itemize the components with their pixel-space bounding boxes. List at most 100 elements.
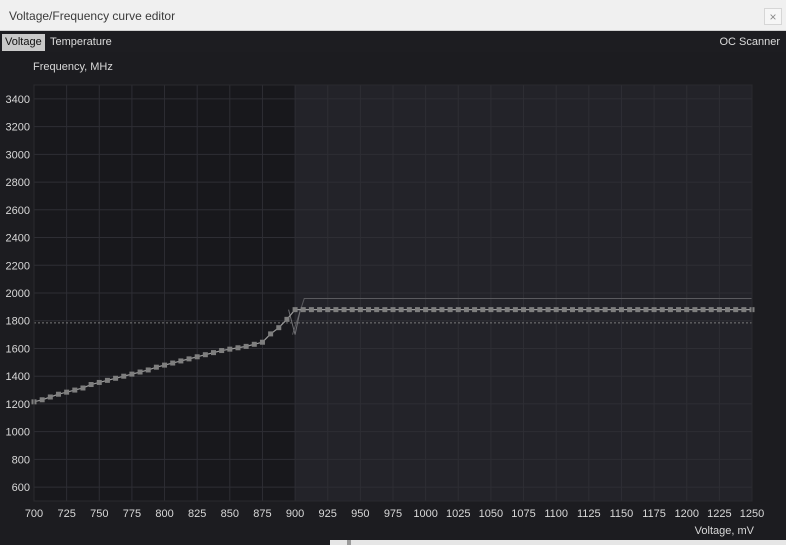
curve-point[interactable]	[537, 307, 543, 313]
curve-point[interactable]	[643, 307, 649, 313]
curve-point[interactable]	[618, 307, 624, 313]
curve-point[interactable]	[284, 316, 290, 322]
curve-point[interactable]	[374, 307, 380, 313]
curve-point[interactable]	[308, 307, 314, 313]
curve-point[interactable]	[431, 307, 437, 313]
x-tick-label: 975	[384, 508, 402, 520]
curve-point[interactable]	[96, 379, 102, 385]
x-tick-label: 850	[221, 508, 239, 520]
curve-point[interactable]	[366, 307, 372, 313]
curve-point[interactable]	[333, 307, 339, 313]
curve-point[interactable]	[300, 307, 306, 313]
curve-point[interactable]	[708, 307, 714, 313]
curve-point[interactable]	[276, 325, 282, 331]
curve-point[interactable]	[716, 307, 722, 313]
curve-point[interactable]	[423, 307, 429, 313]
curve-point[interactable]	[504, 307, 510, 313]
curve-point[interactable]	[227, 346, 233, 352]
curve-point[interactable]	[259, 339, 265, 345]
curve-point[interactable]	[186, 356, 192, 362]
curve-point[interactable]	[496, 307, 502, 313]
curve-point[interactable]	[741, 307, 747, 313]
y-tick-label: 3400	[6, 94, 30, 106]
curve-point[interactable]	[341, 307, 347, 313]
curve-point[interactable]	[317, 307, 323, 313]
close-button[interactable]: ×	[764, 8, 782, 25]
curve-point[interactable]	[104, 377, 110, 383]
curve-point[interactable]	[553, 307, 559, 313]
curve-point[interactable]	[635, 307, 641, 313]
curve-point[interactable]	[55, 391, 61, 397]
curve-point[interactable]	[447, 307, 453, 313]
vf-curve-chart[interactable]: 700 725 750 775 800 825 850 875 900 925 950 975 1000…	[0, 52, 786, 540]
curve-point[interactable]	[610, 307, 616, 313]
curve-point[interactable]	[268, 331, 274, 337]
x-tick-label: 925	[319, 508, 337, 520]
curve-point[interactable]	[700, 307, 706, 313]
curve-point[interactable]	[684, 307, 690, 313]
curve-point[interactable]	[137, 369, 143, 375]
curve-point[interactable]	[463, 307, 469, 313]
curve-point[interactable]	[235, 345, 241, 351]
curve-point[interactable]	[586, 307, 592, 313]
curve-point[interactable]	[512, 307, 518, 313]
curve-point[interactable]	[145, 367, 151, 373]
window-title: Voltage/Frequency curve editor	[9, 9, 176, 23]
curve-point[interactable]	[72, 387, 78, 393]
curve-point[interactable]	[659, 307, 665, 313]
curve-point[interactable]	[545, 307, 551, 313]
curve-point[interactable]	[292, 307, 298, 313]
curve-point[interactable]	[325, 307, 331, 313]
curve-point[interactable]	[480, 307, 486, 313]
curve-point[interactable]	[455, 307, 461, 313]
curve-point[interactable]	[561, 307, 567, 313]
curve-point[interactable]	[570, 307, 575, 313]
curve-point[interactable]	[357, 307, 363, 313]
curve-point[interactable]	[651, 307, 657, 313]
curve-point[interactable]	[113, 375, 119, 381]
oc-scanner-button[interactable]: OC Scanner	[719, 34, 780, 51]
curve-point[interactable]	[627, 307, 633, 313]
curve-point[interactable]	[488, 307, 494, 313]
curve-point[interactable]	[64, 389, 70, 395]
tab-voltage[interactable]: Voltage	[2, 34, 45, 51]
curve-point[interactable]	[88, 382, 94, 388]
curve-point[interactable]	[170, 360, 176, 366]
curve-point[interactable]	[472, 307, 478, 313]
curve-point[interactable]	[202, 352, 208, 358]
curve-point[interactable]	[733, 307, 739, 313]
curve-point[interactable]	[439, 307, 445, 313]
curve-point[interactable]	[178, 358, 184, 364]
y-tick-label: 1000	[6, 427, 30, 439]
curve-point[interactable]	[414, 307, 420, 313]
curve-point[interactable]	[153, 364, 159, 370]
curve-point[interactable]	[80, 385, 86, 391]
curve-point[interactable]	[594, 307, 600, 313]
curve-point[interactable]	[390, 307, 396, 313]
curve-point[interactable]	[121, 373, 127, 379]
curve-point[interactable]	[251, 341, 257, 347]
curve-point[interactable]	[211, 350, 216, 356]
curve-point[interactable]	[219, 348, 225, 354]
curve-point[interactable]	[578, 307, 584, 313]
curve-point[interactable]	[349, 307, 355, 313]
curve-point[interactable]	[529, 307, 535, 313]
curve-point[interactable]	[398, 307, 404, 313]
curve-point[interactable]	[676, 307, 682, 313]
x-tick-label: 1175	[642, 508, 666, 520]
curve-point[interactable]	[667, 307, 673, 313]
curve-point[interactable]	[382, 307, 388, 313]
curve-point[interactable]	[162, 362, 168, 368]
curve-point[interactable]	[602, 307, 608, 313]
x-tick-label: 1150	[610, 508, 634, 520]
curve-point[interactable]	[692, 307, 698, 313]
curve-point[interactable]	[243, 343, 249, 349]
curve-point[interactable]	[194, 354, 200, 360]
curve-point[interactable]	[39, 397, 45, 403]
tab-temperature[interactable]: Temperature	[47, 34, 115, 51]
curve-point[interactable]	[406, 307, 412, 313]
curve-point[interactable]	[725, 307, 731, 313]
curve-point[interactable]	[47, 394, 53, 400]
curve-point[interactable]	[521, 307, 527, 313]
curve-point[interactable]	[129, 371, 135, 377]
